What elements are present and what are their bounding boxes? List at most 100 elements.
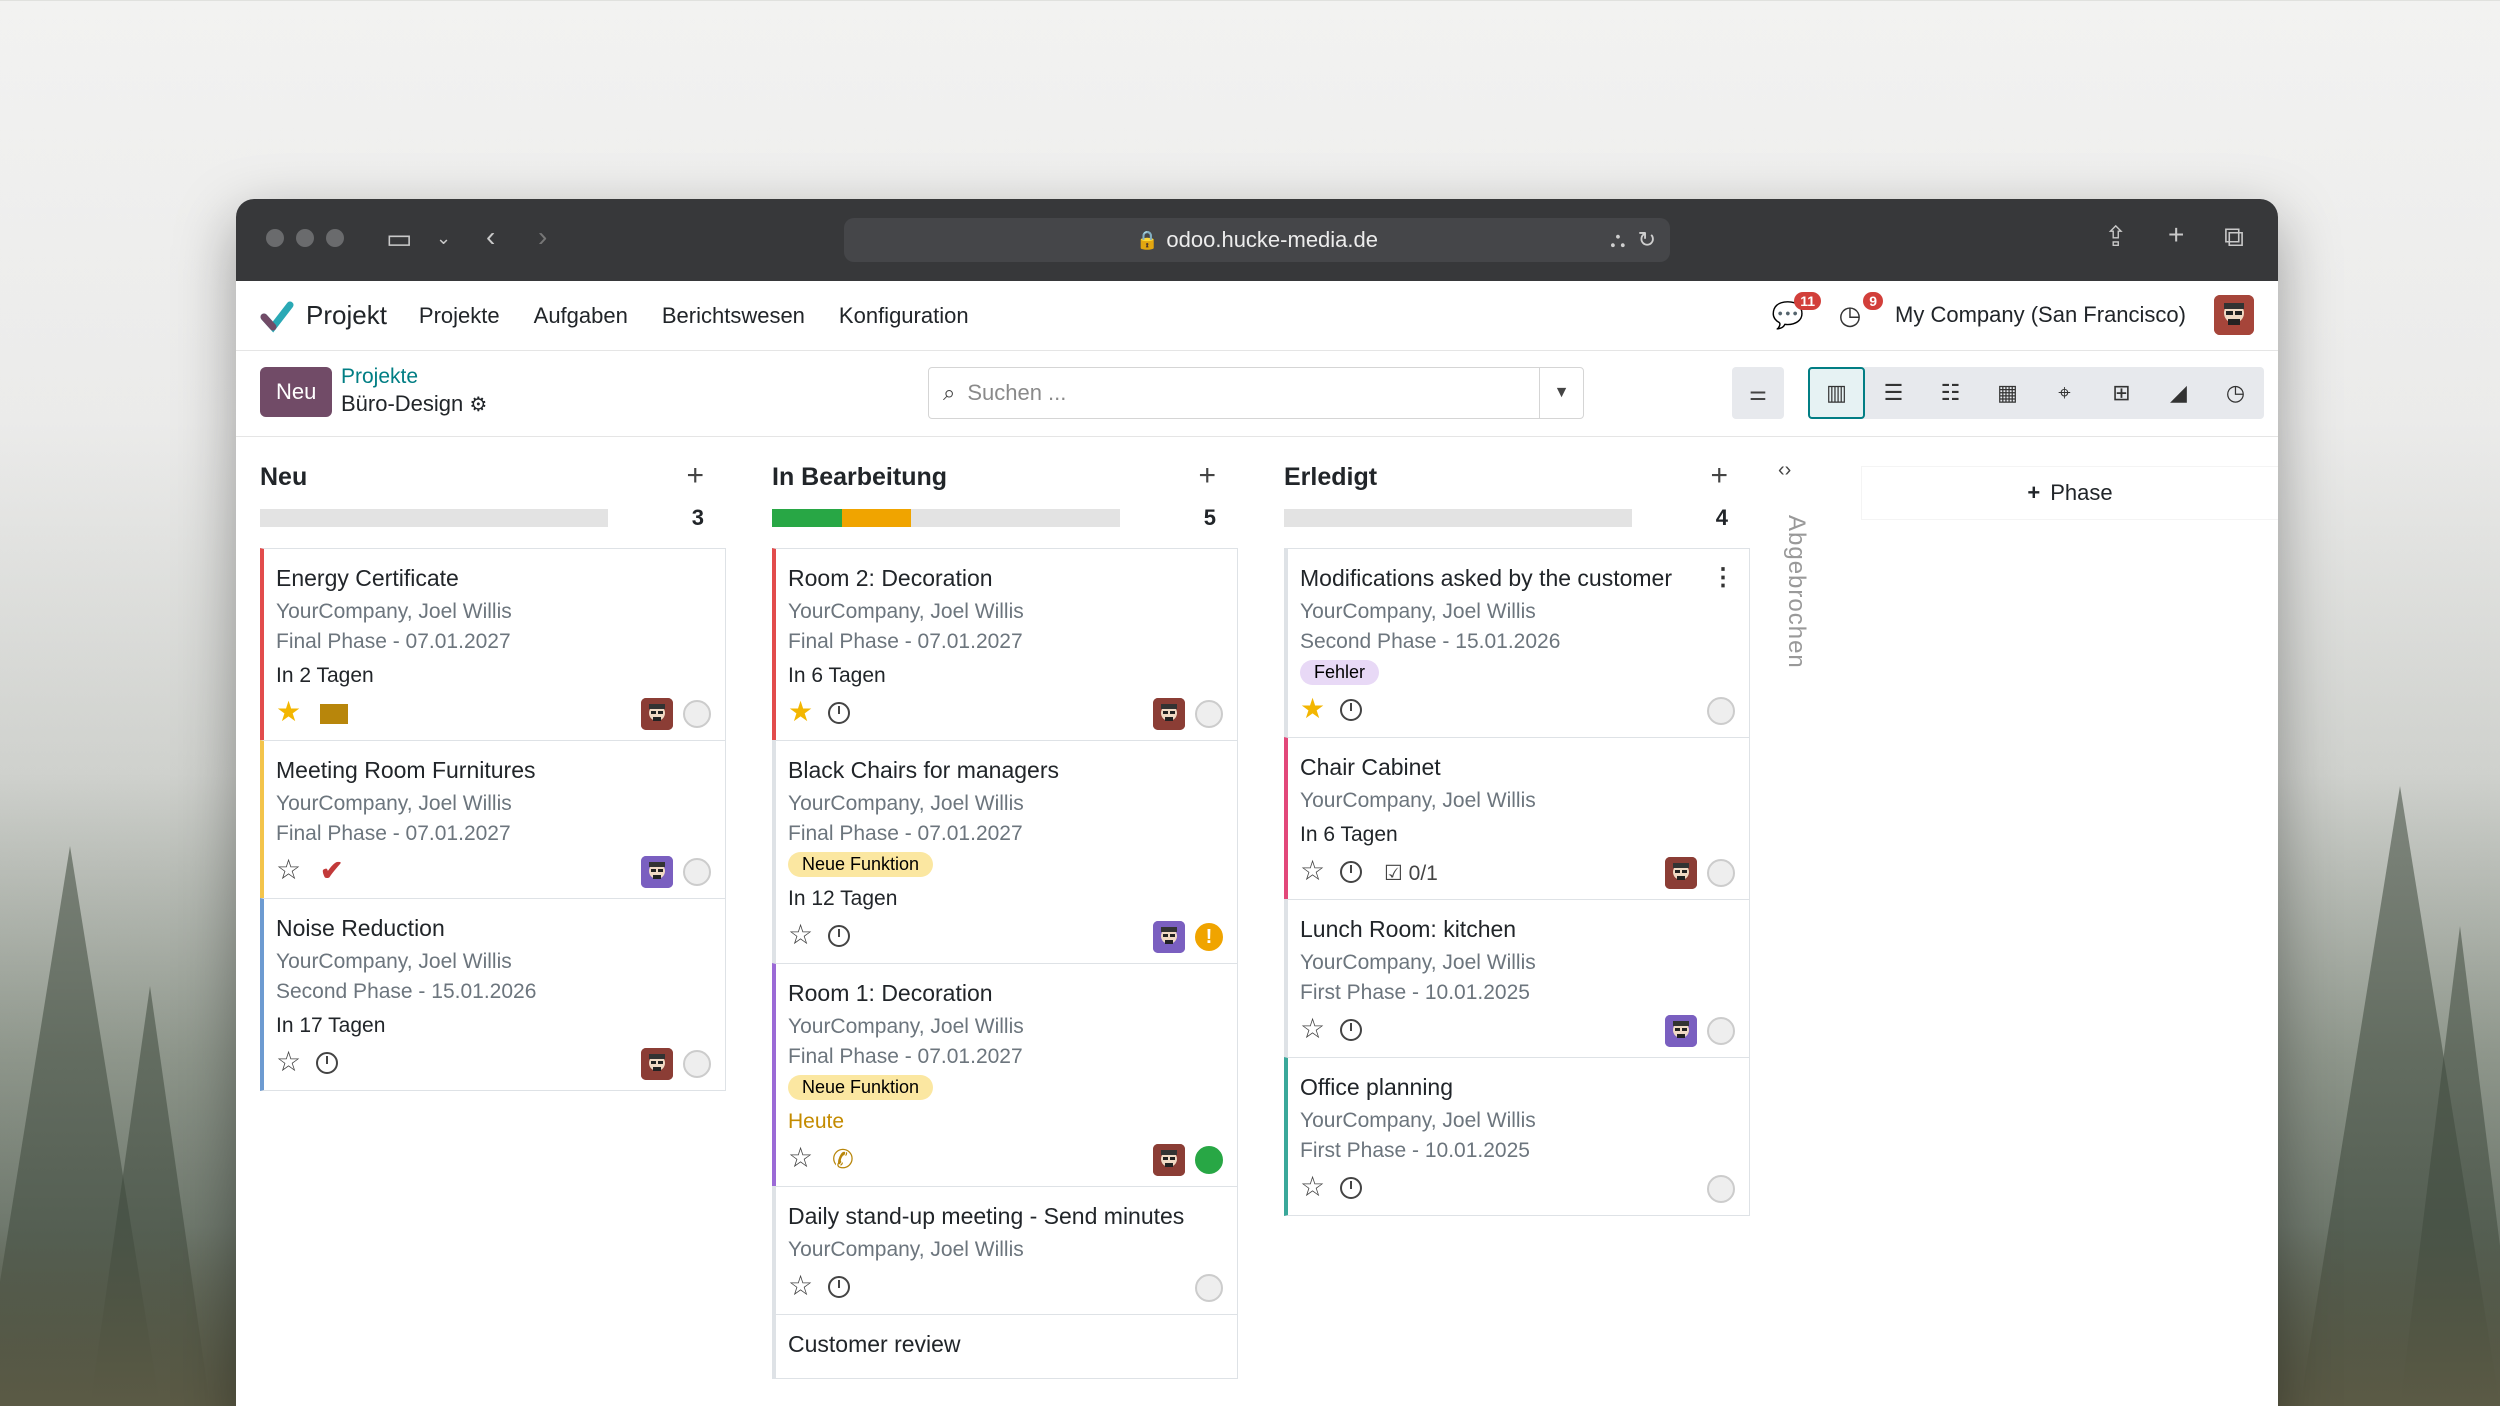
chevron-down-icon[interactable]: ⌄ [436,229,451,247]
odoo-project-logo-icon[interactable] [260,299,294,333]
kanban-state-icon[interactable] [1195,1146,1223,1174]
activity-clock-icon[interactable] [828,1276,850,1298]
expand-arrows-icon[interactable]: ‹› [1778,459,1791,481]
column-title[interactable]: Neu [260,463,307,492]
card-title[interactable]: Noise Reduction [264,899,725,942]
activities-button[interactable]: ◷ 9 [1833,292,1884,332]
progress-segment[interactable] [772,509,842,527]
pivot-view-icon[interactable]: ⊞ [2093,367,2150,419]
activity-clock-icon[interactable] [1340,1019,1362,1041]
add-card-icon[interactable]: + [686,459,704,493]
zoom-window-button[interactable] [326,229,344,247]
star-icon[interactable]: ★ [276,698,301,726]
star-icon[interactable]: ☆ [788,1144,813,1172]
minimize-window-button[interactable] [296,229,314,247]
activity-clock-icon[interactable] [1340,861,1362,883]
task-card[interactable]: Energy Certificate YourCompany, Joel Will… [260,548,726,741]
kanban-state-icon[interactable] [1707,1175,1735,1203]
star-icon[interactable]: ☆ [1300,857,1325,885]
activity-clock-icon[interactable] [828,702,850,724]
card-title[interactable]: Chair Cabinet [1288,738,1749,781]
assignee-avatar[interactable] [1153,1144,1185,1176]
phone-icon[interactable]: ✆ [832,1144,854,1175]
star-icon[interactable]: ☆ [1300,1015,1325,1043]
messages-button[interactable]: 💬 11 [1771,292,1822,332]
column-title[interactable]: Erledigt [1284,463,1377,492]
tab-overview-icon[interactable]: ⧉ [2224,223,2244,251]
assignee-avatar[interactable] [1153,921,1185,953]
new-button[interactable]: Neu [260,367,333,417]
back-icon[interactable]: ‹ [486,223,495,251]
menu-item-konfiguration[interactable]: Konfiguration [839,303,969,329]
assignee-avatar[interactable] [641,1048,673,1080]
list-view-icon[interactable]: ☰ [1865,367,1922,419]
task-card[interactable]: Room 2: Decoration YourCompany, Joel Will… [772,548,1238,741]
assignee-avatar[interactable] [1153,698,1185,730]
kanban-state-icon[interactable] [683,1050,711,1078]
kanban-state-icon[interactable] [1707,1017,1735,1045]
new-tab-icon[interactable]: + [2168,221,2184,249]
star-icon[interactable]: ☆ [1300,1173,1325,1201]
card-title[interactable]: Customer review [776,1315,1237,1358]
activity-clock-icon[interactable] [828,925,850,947]
task-card[interactable]: Lunch Room: kitchen YourCompany, Joel Wil… [1284,899,1750,1058]
task-card[interactable]: Meeting Room Furnitures YourCompany, Joel… [260,740,726,899]
task-card[interactable]: Customer review [772,1314,1238,1379]
star-icon[interactable]: ☆ [788,921,813,949]
forward-icon[interactable]: › [538,223,547,251]
share-icon[interactable]: ⇪ [2104,223,2127,251]
subtasks-counter[interactable]: ☑ 0/1 [1384,861,1438,886]
menu-item-projekte[interactable]: Projekte [419,303,500,329]
activity-view-icon[interactable]: ◷ [2207,367,2264,419]
task-card[interactable]: Black Chairs for managers YourCompany, Jo… [772,740,1238,964]
window-controls[interactable] [266,229,344,247]
company-switcher[interactable]: My Company (San Francisco) [1895,302,2186,328]
activity-clock-icon[interactable] [1340,1177,1362,1199]
column-progress-bar[interactable] [772,509,1120,527]
kanban-state-icon[interactable] [683,700,711,728]
breadcrumb-parent[interactable]: Projekte [341,365,418,389]
progress-segment[interactable] [841,509,912,527]
activity-clock-icon[interactable] [316,1052,338,1074]
app-name[interactable]: Projekt [306,300,387,331]
card-title[interactable]: Energy Certificate [264,549,725,592]
gantt-view-icon[interactable]: ☷ [1922,367,1979,419]
menu-item-berichtswesen[interactable]: Berichtswesen [662,303,805,329]
kanban-view-icon[interactable]: ▥ [1808,367,1865,419]
card-title[interactable]: Meeting Room Furnitures [264,741,725,784]
folded-column[interactable]: ‹› Abgebrochen [1778,459,1818,669]
card-menu-icon[interactable]: ⋮ [1711,563,1735,592]
add-card-icon[interactable]: + [1198,459,1216,493]
kanban-state-icon[interactable] [1707,697,1735,725]
calendar-view-icon[interactable]: ▦ [1979,367,2036,419]
menu-item-aufgaben[interactable]: Aufgaben [534,303,628,329]
column-progress-bar[interactable] [260,509,608,527]
assignee-avatar[interactable] [1665,857,1697,889]
assignee-avatar[interactable] [1665,1015,1697,1047]
kanban-state-icon[interactable]: ! [1195,923,1223,951]
task-card[interactable]: Daily stand-up meeting - Send minutes You… [772,1186,1238,1315]
map-view-icon[interactable]: ⌖ [2036,367,2093,419]
card-title[interactable]: Daily stand-up meeting - Send minutes [776,1187,1237,1230]
assignee-avatar[interactable] [641,856,673,888]
card-title[interactable]: Lunch Room: kitchen [1288,900,1749,943]
kanban-state-icon[interactable] [683,858,711,886]
star-icon[interactable]: ☆ [788,1272,813,1300]
kanban-state-icon[interactable] [1195,700,1223,728]
sidebar-icon[interactable]: ▭ [386,225,412,253]
star-icon[interactable]: ☆ [276,1048,301,1076]
task-card[interactable]: Chair Cabinet YourCompany, Joel Willis In … [1284,737,1750,900]
search-input[interactable]: Suchen ... [967,380,1066,406]
translate-icon[interactable]: ⛬ [1610,227,1625,253]
address-bar[interactable]: 🔒 odoo.hucke-media.de ⛬ ↻ [844,218,1670,262]
card-title[interactable]: Room 1: Decoration [776,964,1237,1007]
close-window-button[interactable] [266,229,284,247]
card-title[interactable]: Office planning [1288,1058,1749,1101]
graph-view-icon[interactable]: ◢ [2150,367,2207,419]
kanban-state-icon[interactable] [1195,1274,1223,1302]
star-icon[interactable]: ☆ [276,856,301,884]
add-card-icon[interactable]: + [1710,459,1728,493]
search-options-toggle[interactable]: ▼ [1539,368,1583,418]
task-card[interactable]: Room 1: Decoration YourCompany, Joel Will… [772,963,1238,1187]
user-avatar[interactable] [2214,295,2254,335]
